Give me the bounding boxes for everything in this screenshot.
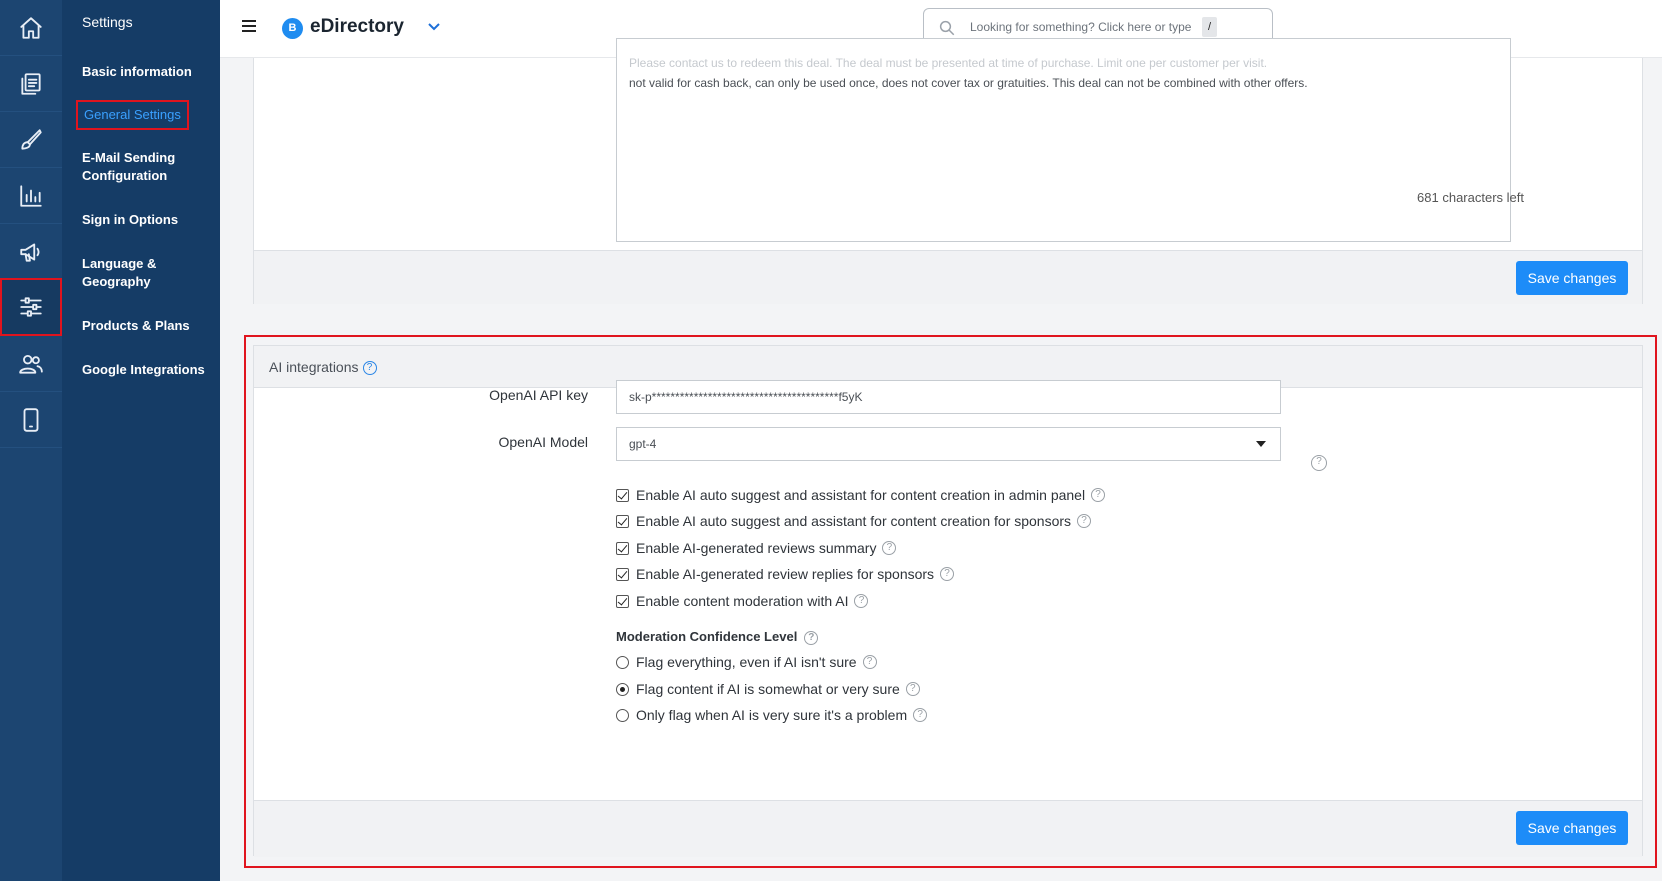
- search-icon: [939, 20, 955, 36]
- settings-sliders-icon: [20, 296, 42, 317]
- settings-sidebar: Settings Basic information General Setti…: [62, 0, 220, 881]
- mobile-icon: [23, 407, 39, 432]
- app-title[interactable]: eDirectory: [310, 16, 404, 38]
- icon-rail: [0, 0, 62, 881]
- rail-settings[interactable]: [0, 278, 62, 336]
- rail-mobile[interactable]: [0, 392, 62, 448]
- description-textarea[interactable]: Please contact us to redeem this deal. T…: [616, 38, 1511, 242]
- highlight-frame: [244, 335, 1657, 868]
- sidebar-item-products-plans[interactable]: Products & Plans: [82, 317, 214, 335]
- search-placeholder: Looking for something? Click here or typ…: [970, 20, 1192, 34]
- hamburger-menu-icon[interactable]: [242, 20, 256, 34]
- sidebar-item-google-integrations[interactable]: Google Integrations: [82, 361, 214, 379]
- panel-footer: Save changes: [254, 250, 1642, 304]
- design-icon: [21, 128, 42, 150]
- rail-promote[interactable]: [0, 224, 62, 280]
- promote-icon: [20, 242, 40, 262]
- rail-users[interactable]: [0, 336, 62, 392]
- description-faded-text: Please contact us to redeem this deal. T…: [629, 56, 1268, 70]
- characters-left-counter: 681 characters left: [1417, 190, 1524, 205]
- content-icon: [21, 72, 41, 95]
- users-icon: [19, 354, 43, 374]
- home-icon: [20, 16, 42, 39]
- description-text: not valid for cash back, can only be use…: [629, 76, 1308, 90]
- sidebar-item-general-settings[interactable]: General Settings: [76, 100, 189, 130]
- chevron-down-icon[interactable]: [426, 18, 442, 34]
- rail-home[interactable]: [0, 0, 62, 56]
- sidebar-item-sign-in-options[interactable]: Sign in Options: [82, 211, 214, 229]
- rail-reports[interactable]: [0, 168, 62, 224]
- sidebar-item-basic-information[interactable]: Basic information: [82, 63, 214, 81]
- rail-content[interactable]: [0, 56, 62, 112]
- rail-design[interactable]: [0, 112, 62, 168]
- reports-icon: [20, 184, 42, 207]
- sidebar-item-email-sending[interactable]: E-Mail Sending Configuration: [82, 149, 214, 185]
- save-changes-button[interactable]: Save changes: [1516, 261, 1628, 295]
- deal-settings-panel: Please contact us to redeem this deal. T…: [253, 38, 1643, 304]
- search-shortcut-key: /: [1202, 17, 1217, 37]
- sidebar-item-language-geography[interactable]: Language & Geography: [82, 255, 172, 291]
- sidebar-title: Settings: [82, 14, 133, 30]
- app-logo: B: [282, 18, 303, 39]
